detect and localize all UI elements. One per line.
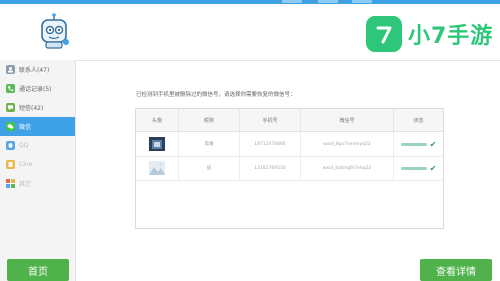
table-row[interactable]: 猫 13182769518 wxid_tb4mg6l7ehq22 ✔ [136,156,443,181]
menu-stub[interactable] [282,0,302,3]
contacts-icon [6,65,15,74]
sidebar-item-sms[interactable]: 短信(42) [0,98,75,117]
sidebar-item-label: 短信(42) [19,105,44,112]
brand-watermark: 小7手游 [366,14,493,54]
menu-stub[interactable] [318,0,338,3]
sidebar: 联系人(47) 通话记录(5) 短信(42) 微信 QQ Cine 其它 [0,60,76,281]
status-cell: ✔ [394,156,443,180]
check-icon[interactable]: ✔ [430,164,437,173]
sidebar-item-label: Cine [19,161,33,168]
menu-stub[interactable] [352,0,372,3]
notes-icon [6,160,15,169]
phone-cell: 13182769518 [240,156,301,180]
sidebar-item-notes[interactable]: Cine [0,155,75,174]
phone-icon [6,84,15,93]
main-panel: 已检测到手机里被删除过的微信号，请选择你需要恢复的微信号： 头像 昵称 手机号 … [76,60,500,281]
avatar [149,137,165,151]
column-header-nickname: 昵称 [179,109,240,131]
check-icon[interactable]: ✔ [430,140,437,149]
notice-text: 已检测到手机里被删除过的微信号，请选择你需要恢复的微信号： [136,92,296,98]
qq-icon [6,141,15,150]
wechat-icon [6,122,15,131]
wechat-id-cell: wxid_8gs7xmenyq22 [301,132,394,156]
brand-name: 小7手游 [408,24,494,49]
nickname-cell: 猫 [179,156,240,180]
nickname-cell: 晨曦 [179,132,240,156]
sms-icon [6,103,15,112]
column-header-wechat-id: 微信号 [301,109,394,131]
sidebar-item-label: QQ [19,142,29,149]
column-header-phone: 手机号 [240,109,301,131]
sidebar-item-wechat[interactable]: 微信 [0,117,75,136]
brand-logo-icon [366,16,402,52]
home-button[interactable]: 首页 [7,259,69,281]
status-bar [400,166,427,170]
sidebar-item-label: 通话记录(5) [19,86,52,93]
sidebar-item-contacts[interactable]: 联系人(47) [0,60,75,79]
wechat-id-cell: wxid_tb4mg6l7ehq22 [301,156,394,180]
sidebar-item-label: 微信 [19,124,32,131]
sidebar-item-label: 联系人(47) [19,67,50,74]
header: 小7手游 [0,4,500,61]
sidebar-item-calls[interactable]: 通话记录(5) [0,79,75,98]
status-bar [400,142,427,146]
status-cell: ✔ [394,132,443,156]
view-details-button[interactable]: 查看详情 [420,259,492,281]
sidebar-item-qq[interactable]: QQ [0,136,75,155]
avatar-cell [136,132,179,156]
deleted-wechat-table: 头像 昵称 手机号 微信号 状态 晨曦 18712078866 wxid_8gs… [135,108,444,229]
sidebar-item-other[interactable]: 其它 [0,174,75,193]
column-header-avatar: 头像 [136,109,179,131]
apps-icon [6,179,15,188]
avatar [149,161,165,175]
column-header-status: 状态 [413,117,424,124]
phone-cell: 18712078866 [240,132,301,156]
table-header: 头像 昵称 手机号 微信号 状态 [136,109,443,132]
robot-mascot-icon [36,12,72,52]
avatar-cell [136,156,179,180]
sidebar-item-label: 其它 [19,181,32,188]
table-row[interactable]: 晨曦 18712078866 wxid_8gs7xmenyq22 ✔ [136,132,443,157]
